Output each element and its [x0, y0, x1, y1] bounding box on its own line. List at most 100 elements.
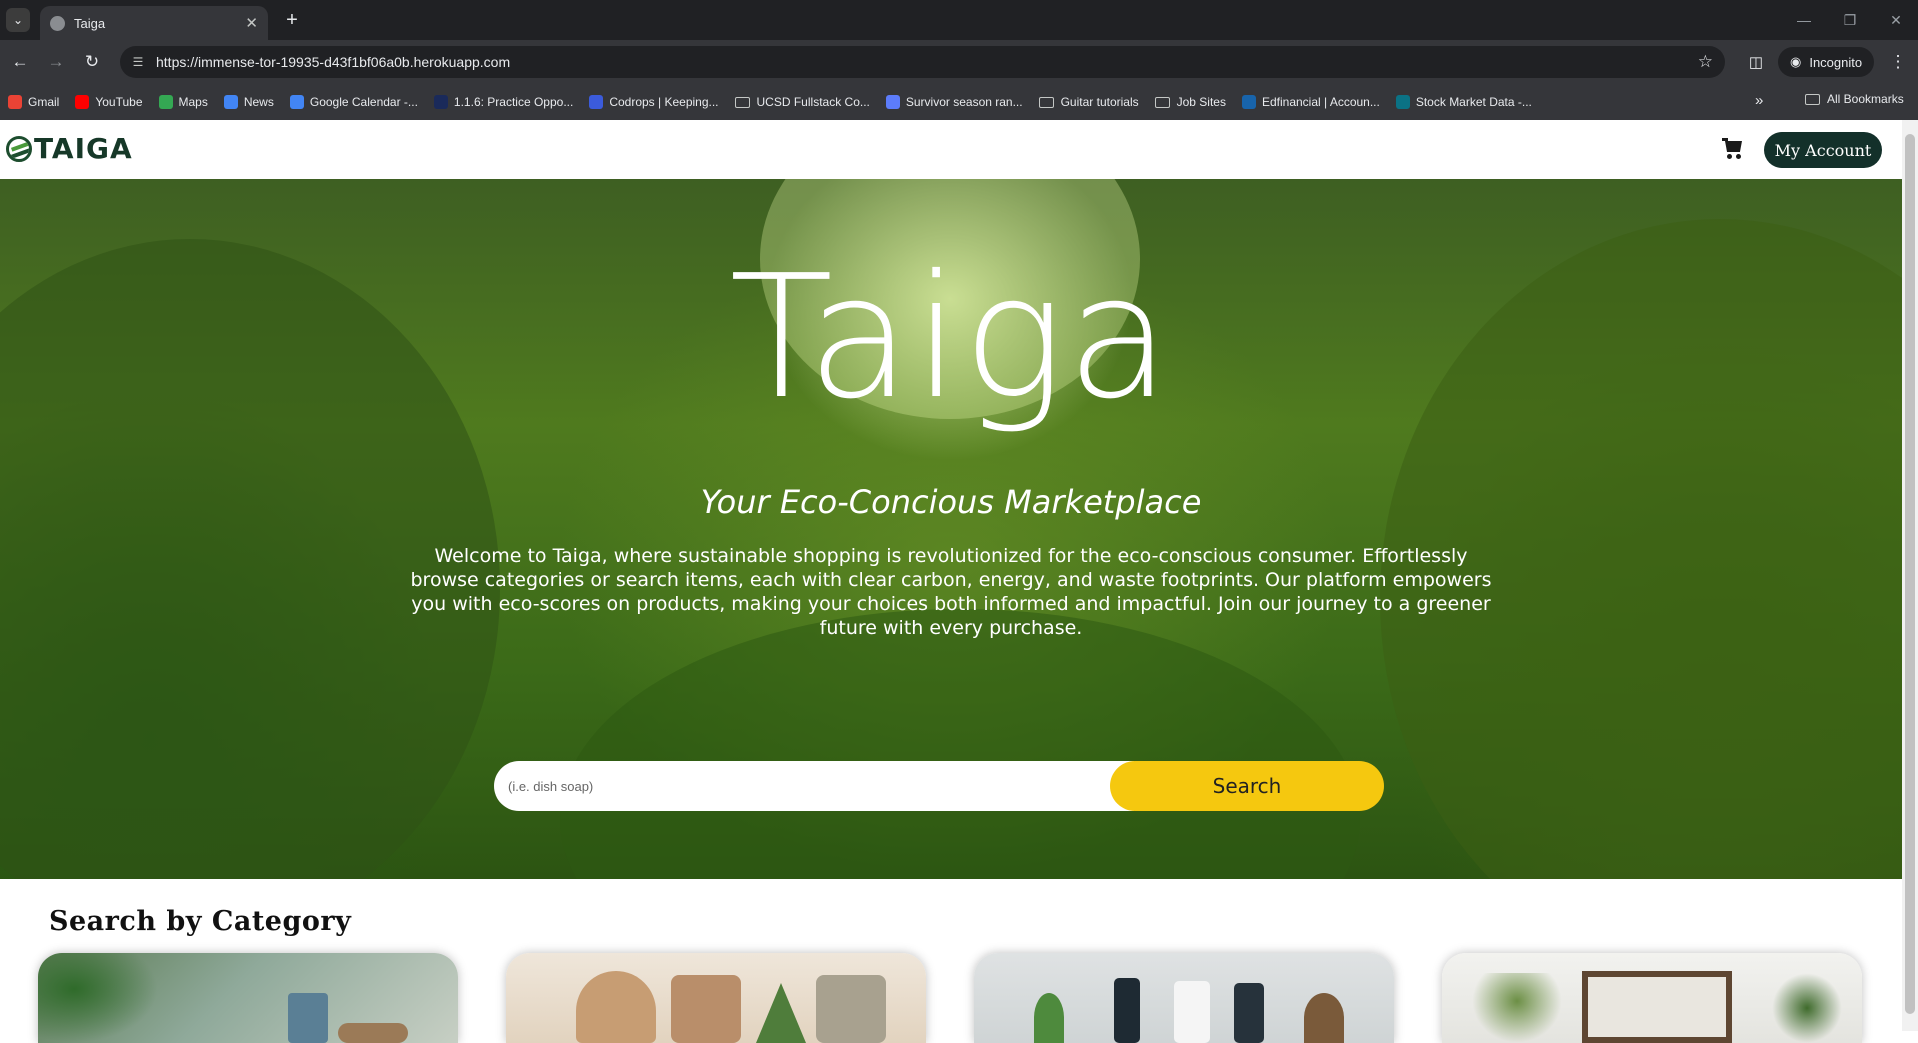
all-bookmarks-button[interactable]: All Bookmarks — [1805, 92, 1904, 106]
maps-icon — [158, 95, 173, 109]
gmail-icon — [8, 95, 22, 109]
leaf-logo-icon — [6, 135, 32, 162]
hanging-plant-image — [1472, 973, 1562, 1043]
taiga-logo[interactable]: TAIGA — [6, 132, 133, 165]
browser-toolbar: ← → ↻ ☰ https://immense-tor-19935-d43f1b… — [0, 40, 1918, 84]
logo-text: TAIGA — [34, 132, 133, 165]
plant-image — [1034, 993, 1064, 1043]
product-bottle-image — [288, 993, 328, 1043]
incognito-icon: ◉ — [1790, 54, 1802, 69]
incognito-label: Incognito — [1809, 54, 1863, 70]
site-header: TAIGA My Account — [0, 120, 1902, 179]
bookmark-item[interactable]: Guitar tutorials — [1038, 95, 1139, 109]
scrollbar-thumb[interactable] — [1905, 134, 1915, 1014]
bookmark-item[interactable]: Maps — [158, 95, 208, 109]
bookmark-label: 1.1.6: Practice Oppo... — [453, 95, 574, 109]
course-icon — [433, 95, 448, 109]
bookmark-label: Google Calendar -... — [309, 95, 418, 109]
bookmark-item[interactable]: YouTube — [75, 95, 143, 109]
bookmark-item[interactable]: 1.1.6: Practice Oppo... — [433, 95, 574, 109]
hero-description: Welcome to Taiga, where sustainable shop… — [410, 545, 1492, 639]
lamp-image — [1304, 993, 1344, 1043]
folder-icon — [734, 96, 750, 108]
bookmark-item[interactable]: Codrops | Keeping... — [589, 95, 719, 109]
window-close-icon[interactable]: ✕ — [1884, 8, 1908, 32]
bookmark-label: UCSD Fullstack Co... — [756, 95, 870, 109]
home-sign-image — [1582, 971, 1732, 1043]
tab-search-chevron-icon[interactable]: ⌄ — [6, 8, 30, 32]
forest-valley-floor — [560, 609, 1360, 879]
news-icon — [223, 95, 238, 109]
bookmark-label: Job Sites — [1176, 95, 1226, 109]
shopping-cart-icon[interactable] — [1722, 137, 1746, 161]
bookmark-label: Guitar tutorials — [1060, 95, 1139, 109]
all-bookmarks-label: All Bookmarks — [1827, 92, 1904, 106]
folder-icon — [1805, 93, 1820, 105]
address-bar[interactable]: ☰ https://immense-tor-19935-d43f1bf06a0b… — [120, 46, 1725, 78]
new-tab-plus-icon[interactable]: + — [280, 8, 304, 32]
bookmark-label: Stock Market Data -... — [1415, 95, 1532, 109]
hero-subtitle: Your Eco-Concious Marketplace — [700, 483, 1202, 521]
bookmark-item[interactable]: Job Sites — [1154, 95, 1226, 109]
hero-title: Taiga — [729, 239, 1173, 437]
bookmark-item[interactable]: Edfinancial | Accoun... — [1241, 95, 1380, 109]
fern-image — [756, 983, 806, 1043]
youtube-icon — [75, 95, 90, 109]
search-input[interactable] — [494, 761, 1134, 811]
bookmark-item[interactable]: News — [223, 95, 274, 109]
page-scrollbar[interactable] — [1902, 120, 1918, 1031]
bookmark-item[interactable]: Gmail — [8, 95, 59, 109]
codrops-icon — [589, 95, 604, 109]
minimize-icon[interactable]: — — [1792, 8, 1816, 32]
grid-icon — [885, 95, 900, 109]
straw-hat-image — [576, 971, 656, 1043]
tab-close-icon[interactable]: ✕ — [245, 14, 258, 32]
search-button[interactable]: Search — [1110, 761, 1384, 811]
stock-icon — [1395, 95, 1410, 109]
power-bank-image — [1234, 983, 1264, 1043]
bookmarks-bar: Gmail YouTube Maps News Google Calendar -...… — [0, 84, 1918, 120]
restore-icon[interactable]: ❐ — [1838, 8, 1862, 32]
bookmarks-overflow-icon[interactable]: » — [1755, 92, 1763, 109]
bookmark-label: Gmail — [28, 95, 60, 109]
tab-favicon-icon — [50, 15, 65, 31]
site-settings-icon[interactable]: ☰ — [130, 54, 146, 70]
phone-image — [1114, 978, 1140, 1043]
bookmark-label: Survivor season ran... — [905, 95, 1023, 109]
shirt-image — [671, 975, 741, 1043]
reload-icon[interactable]: ↻ — [80, 50, 104, 74]
hero-banner: Taiga Your Eco-Concious Marketplace Welc… — [0, 179, 1902, 879]
fern-leaf-image — [38, 953, 158, 1043]
browser-tab[interactable]: Taiga ✕ — [40, 6, 268, 40]
bookmark-item[interactable]: UCSD Fullstack Co... — [734, 95, 870, 109]
side-panel-icon[interactable]: ◫ — [1744, 50, 1768, 74]
browser-menu-icon[interactable]: ⋮ — [1886, 50, 1910, 74]
edfinancial-icon — [1241, 95, 1256, 109]
bookmark-item[interactable]: Survivor season ran... — [885, 95, 1023, 109]
bookmark-label: Edfinancial | Accoun... — [1261, 95, 1380, 109]
wooden-brush-image — [338, 1023, 408, 1043]
category-card-personal-care[interactable] — [38, 953, 458, 1043]
bookmark-star-icon[interactable]: ☆ — [1698, 52, 1713, 72]
folder-icon — [1154, 96, 1170, 108]
charger-image — [1174, 981, 1210, 1043]
category-card-electronics[interactable] — [974, 953, 1394, 1043]
bookmark-item[interactable]: Stock Market Data -... — [1395, 95, 1532, 109]
leafy-plant-image — [1772, 973, 1842, 1043]
calendar-icon — [289, 95, 304, 109]
bookmark-label: YouTube — [95, 95, 143, 109]
address-url[interactable]: https://immense-tor-19935-d43f1bf06a0b.h… — [156, 54, 510, 70]
bookmark-label: Codrops | Keeping... — [609, 95, 719, 109]
tab-title: Taiga — [74, 15, 106, 31]
category-card-home[interactable] — [1442, 953, 1862, 1043]
bookmark-label: News — [243, 95, 274, 109]
bookmark-label: Maps — [178, 95, 208, 109]
category-card-clothing[interactable] — [506, 953, 926, 1043]
my-account-button[interactable]: My Account — [1764, 132, 1882, 168]
browser-tab-bar: ⌄ Taiga ✕ + — ❐ ✕ — [0, 0, 1918, 40]
incognito-badge[interactable]: ◉ Incognito — [1778, 47, 1875, 77]
product-search-form: Search — [494, 761, 1384, 811]
back-arrow-icon[interactable]: ← — [8, 50, 32, 74]
bookmark-item[interactable]: Google Calendar -... — [289, 95, 418, 109]
forward-arrow-icon[interactable]: → — [44, 50, 68, 74]
